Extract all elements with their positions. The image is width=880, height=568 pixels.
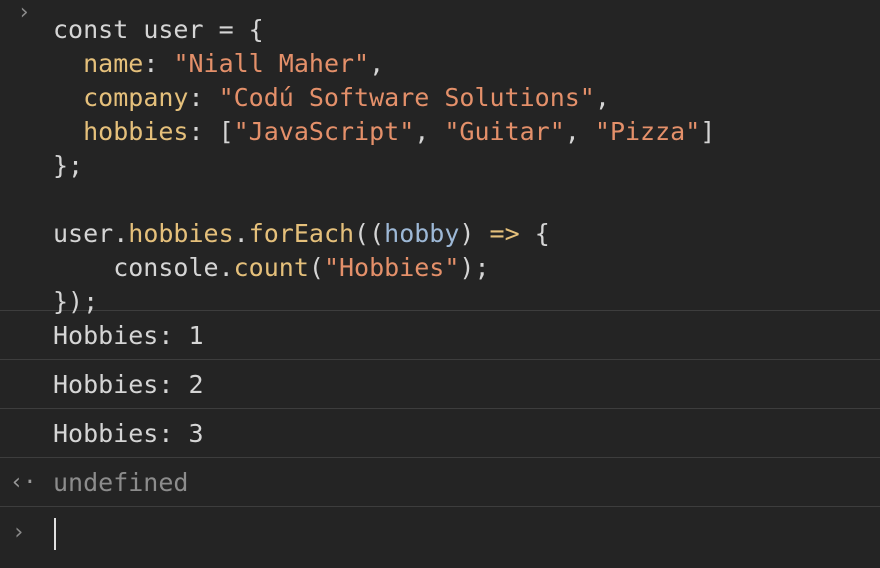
code-line: user.hobbies.forEach((hobby) => { — [0, 217, 880, 251]
code-token: : [ — [188, 117, 234, 146]
code-line-text: }; — [53, 149, 83, 183]
code-token: company — [83, 83, 189, 112]
console-prompt[interactable]: › — [0, 507, 880, 559]
code-line: }; — [0, 149, 880, 183]
code-token: }); — [53, 287, 99, 316]
code-line-text: const user = { — [53, 13, 264, 47]
code-token: , — [414, 117, 445, 146]
code-token: ] — [700, 117, 716, 146]
code-token: hobby — [384, 219, 460, 248]
code-token: => — [489, 219, 520, 248]
code-token: , — [564, 117, 595, 146]
devtools-console: › const user = { name: "Niall Maher", co… — [0, 0, 880, 568]
code-token: hobbies — [128, 219, 234, 248]
code-token: (( — [354, 219, 385, 248]
code-token: = { — [203, 15, 264, 44]
result-value: undefined — [53, 468, 189, 497]
code-line-text: name: "Niall Maher", — [53, 47, 384, 81]
code-token: const — [53, 15, 144, 44]
code-line-text: console.count("Hobbies"); — [53, 251, 490, 285]
code-line: hobbies: ["JavaScript", "Guitar", "Pizza… — [0, 115, 880, 149]
text-caret — [54, 518, 56, 550]
code-token: }; — [53, 151, 84, 180]
code-block[interactable]: const user = { name: "Niall Maher", comp… — [0, 13, 880, 319]
code-line: company: "Codú Software Solutions", — [0, 81, 880, 115]
code-token: . — [233, 219, 249, 248]
prompt-chevron-icon: › — [12, 520, 26, 545]
code-line-text: user.hobbies.forEach((hobby) => { — [53, 217, 550, 251]
code-token: : — [188, 83, 219, 112]
code-token: , — [594, 83, 610, 112]
code-line-text: hobbies: ["JavaScript", "Guitar", "Pizza… — [53, 115, 715, 149]
code-token: , — [369, 49, 385, 78]
code-line: }); — [0, 285, 880, 319]
result-arrow-icon: ‹· — [10, 470, 37, 495]
code-token: user. — [53, 219, 129, 248]
code-token: ) — [459, 219, 490, 248]
console-log-message: Hobbies: 3 — [0, 409, 880, 458]
code-token: ); — [459, 253, 490, 282]
code-token: hobbies — [83, 117, 189, 146]
console-input-entry: › const user = { name: "Niall Maher", co… — [0, 0, 880, 316]
code-token: "Hobbies" — [323, 253, 460, 282]
code-line-text: company: "Codú Software Solutions", — [53, 81, 610, 115]
code-token: "Pizza" — [594, 117, 701, 146]
code-token: forEach — [248, 219, 355, 248]
code-token: "JavaScript" — [233, 117, 415, 146]
console-log-message: Hobbies: 2 — [0, 360, 880, 409]
code-line: const user = { — [0, 13, 880, 47]
code-token: user — [143, 15, 204, 44]
code-token: : — [143, 49, 174, 78]
code-token: count — [233, 253, 309, 282]
code-token: console. — [53, 253, 234, 282]
console-log-list: Hobbies: 1 Hobbies: 2 Hobbies: 3 — [0, 311, 880, 458]
code-line: name: "Niall Maher", — [0, 47, 880, 81]
code-line-text: }); — [53, 285, 98, 319]
code-token: "Niall Maher" — [173, 49, 370, 78]
code-token: ( — [308, 253, 324, 282]
code-token: "Codú Software Solutions" — [218, 83, 595, 112]
console-result-row: ‹· undefined — [0, 458, 880, 507]
code-line: console.count("Hobbies"); — [0, 251, 880, 285]
code-token: "Guitar" — [444, 117, 565, 146]
code-token: { — [519, 219, 550, 248]
code-token: name — [83, 49, 144, 78]
